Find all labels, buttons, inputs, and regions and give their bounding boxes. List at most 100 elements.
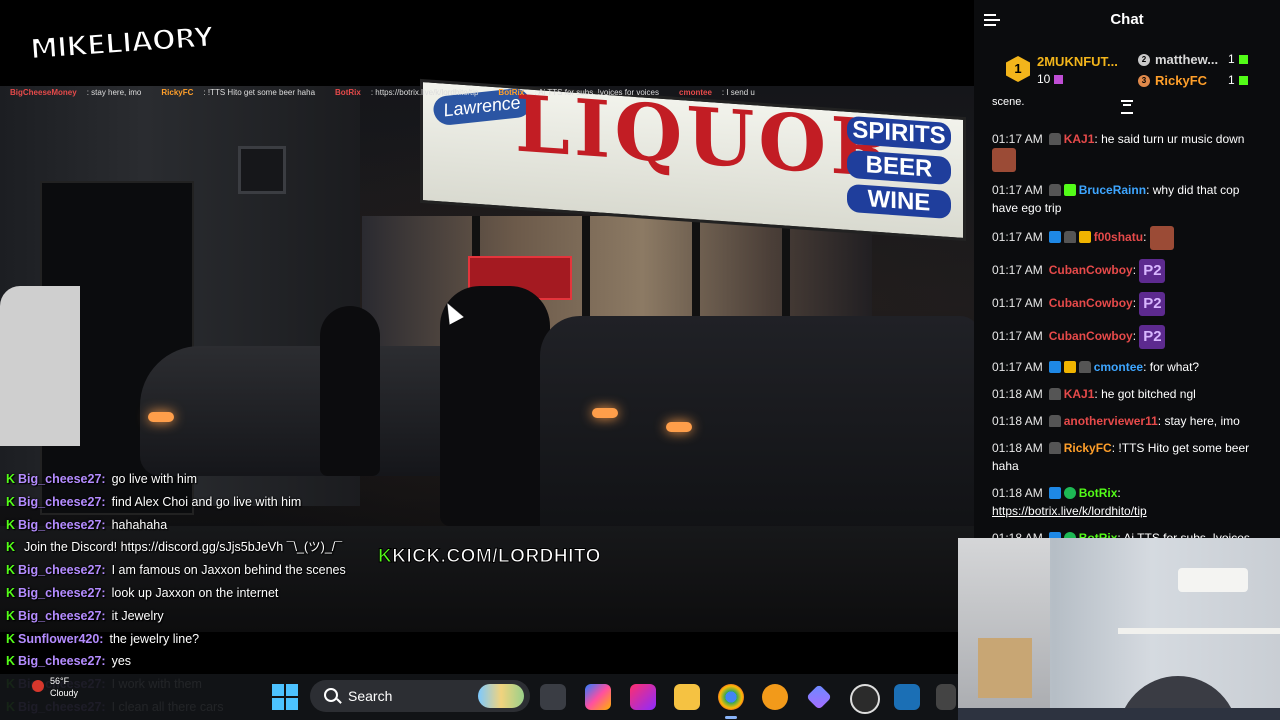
app-icon[interactable] xyxy=(936,684,956,710)
app-icon[interactable] xyxy=(894,684,920,710)
gift-badge-icon xyxy=(1063,184,1076,196)
p2-emote-icon: P2 xyxy=(1139,292,1166,316)
ticker-item: BotRix: https://botrix.live/k/lordhito/t… xyxy=(335,88,479,97)
leaderboard-second-name: matthew... xyxy=(1155,52,1219,67)
app-icon[interactable] xyxy=(762,684,788,710)
overlay-chat-user: Big_cheese27: xyxy=(18,517,106,532)
message-user[interactable]: BruceRainn xyxy=(1079,183,1146,197)
kick-icon: K xyxy=(6,563,16,578)
chat-message: 01:17 AM KAJ1: he said turn ur music down xyxy=(992,130,1262,172)
stream-video[interactable]: Lawrence LIQUOR SPIRITS BEER WINE MIKELI… xyxy=(0,0,974,720)
leaderboard-first-name: 2MUKNFUT... xyxy=(1037,54,1118,69)
file-explorer-icon[interactable] xyxy=(674,684,700,710)
verified-badge-icon xyxy=(1063,487,1076,499)
chat-header: Chat xyxy=(974,0,1280,40)
overlay-chat-text: go live with him xyxy=(111,472,198,486)
message-user[interactable]: KAJ1 xyxy=(1064,387,1095,401)
hat-badge-icon xyxy=(1078,361,1091,373)
copilot-icon[interactable] xyxy=(585,684,611,710)
weather-condition: Cloudy xyxy=(50,688,79,698)
message-link[interactable]: https://botrix.live/k/lordhito/tip xyxy=(992,504,1147,518)
start-button[interactable] xyxy=(272,684,298,710)
channel-logo: MIKELIAORY xyxy=(28,19,215,67)
overlay-chat-user: Big_cheese27: xyxy=(18,585,106,600)
app-icon[interactable] xyxy=(630,684,656,710)
message-user[interactable]: cmontee xyxy=(1094,360,1143,374)
overlay-chat-user: Big_cheese27: xyxy=(18,563,106,578)
task-view-icon[interactable] xyxy=(540,684,566,710)
hat-badge-icon xyxy=(1048,133,1061,145)
message-time: 01:18 AM xyxy=(992,441,1043,455)
ticker-user: BotRix xyxy=(335,88,361,97)
message-user[interactable]: BotRix xyxy=(1079,486,1118,500)
chat-ticker: BigCheeseMoney: stay here, imo RickyFC: !… xyxy=(10,88,974,102)
overlay-chat-line: K Big_cheese27: yes xyxy=(6,650,626,673)
building-window xyxy=(238,146,286,194)
crown-badge-icon xyxy=(1078,231,1091,244)
message-user[interactable]: KAJ1 xyxy=(1064,132,1095,146)
kick-icon: K xyxy=(6,494,16,509)
hat-badge-icon xyxy=(1048,184,1061,196)
overlay-chat-text: it Jewelry xyxy=(111,608,164,623)
overlay-chat-line: K Sunflower420: the jewelry line? xyxy=(6,628,626,651)
message-user[interactable]: RickyFC xyxy=(1064,441,1112,455)
gift-icon xyxy=(1238,76,1248,86)
message-text: he said turn ur music down xyxy=(1101,132,1245,146)
person xyxy=(320,306,380,476)
webcam-shelf xyxy=(1118,628,1280,634)
chat-spacer xyxy=(992,104,1262,130)
chat-message: 01:18 AM anotherviewer11: stay here, imo xyxy=(992,414,1240,428)
search-highlight-icon xyxy=(478,684,524,708)
message-user[interactable]: f00shatu xyxy=(1094,230,1143,244)
rank-1-badge: 1 xyxy=(1006,56,1030,82)
overlay-chat-user: Big_cheese27: xyxy=(18,608,106,623)
kick-icon: K xyxy=(6,631,16,646)
chat-message: 01:17 AM CubanCowboy: P2 xyxy=(992,325,1262,349)
ticker-item: BigCheeseMoney: stay here, imo xyxy=(10,88,142,97)
rank-3-badge: 3 xyxy=(1138,75,1150,87)
webcam-feed xyxy=(958,538,1280,720)
message-user[interactable]: CubanCowboy xyxy=(1049,296,1133,310)
ticker-text: Ai TTS for subs. !voices for voices xyxy=(538,88,659,97)
gift-leaderboard[interactable]: 1 2MUKNFUT... 10 2 matthew... 1 3 RickyF… xyxy=(974,42,1280,100)
message-user[interactable]: CubanCowboy xyxy=(1049,329,1133,343)
chat-message: 01:17 AM CubanCowboy: P2 xyxy=(992,259,1262,283)
leaderboard-third-name: RickyFC xyxy=(1155,73,1208,88)
partial-message: scene. xyxy=(992,96,1025,108)
webcam-ac-unit xyxy=(1178,568,1248,592)
chat-message: 01:18 AM RickyFC: !TTS Hito get some beer… xyxy=(992,441,1250,473)
kick-icon: K xyxy=(6,585,16,600)
weather-widget[interactable]: 56°F Cloudy xyxy=(28,676,78,698)
overlay-chat-text: look up Jaxxon on the internet xyxy=(111,585,279,600)
leaderboard-first-count: 10 xyxy=(1037,72,1064,86)
chat-message: 01:17 AM BruceRainn: why did that cop hav… xyxy=(992,183,1240,215)
webcam-corkboard xyxy=(978,638,1032,698)
ticker-text: !TTS Hito get some beer haha xyxy=(207,88,316,97)
search-label: Search xyxy=(348,688,393,704)
message-time: 01:17 AM xyxy=(992,263,1043,278)
taskbar-search[interactable]: Search xyxy=(310,680,530,712)
message-user[interactable]: CubanCowboy xyxy=(1049,263,1133,277)
chat-message: 01:18 AM BotRix: Ai TTS for subs. !voices… xyxy=(992,529,1262,538)
chat-panel: Chat 1 2MUKNFUT... 10 2 matthew... 1 3 R… xyxy=(974,0,1280,538)
gift-icon xyxy=(1054,75,1064,85)
leaderboard-second-count: 1 xyxy=(1228,52,1248,66)
sub-badge-icon xyxy=(1048,487,1061,499)
obs-icon[interactable] xyxy=(850,684,880,714)
chat-message: 01:17 AM f00shatu: xyxy=(992,226,1262,250)
message-user[interactable]: anotherviewer11 xyxy=(1064,414,1158,428)
ticker-user: BotRix xyxy=(498,88,525,97)
hat-badge-icon xyxy=(1048,388,1061,400)
overlay-chat-line: K Big_cheese27: go live with him xyxy=(6,468,626,491)
chat-messages: scene. 01:17 AM KAJ1: he said turn ur mus… xyxy=(992,96,1262,538)
overlay-chat-user: Big_cheese27: xyxy=(18,494,106,509)
ticker-text: https://botrix.live/k/lordhito/tip xyxy=(375,88,479,97)
ticker-item: BotRix: Ai TTS for subs. !voices for voi… xyxy=(498,88,659,97)
p2-emote-icon: P2 xyxy=(1139,325,1166,349)
overlay-chat-text: yes xyxy=(111,654,132,669)
message-user[interactable]: BotRix xyxy=(1079,531,1118,538)
kick-icon: K xyxy=(6,517,16,532)
overlay-chat-line: K Big_cheese27: hahahaha xyxy=(6,514,626,537)
chrome-icon[interactable] xyxy=(718,684,744,710)
webcam-couch xyxy=(958,708,1280,720)
